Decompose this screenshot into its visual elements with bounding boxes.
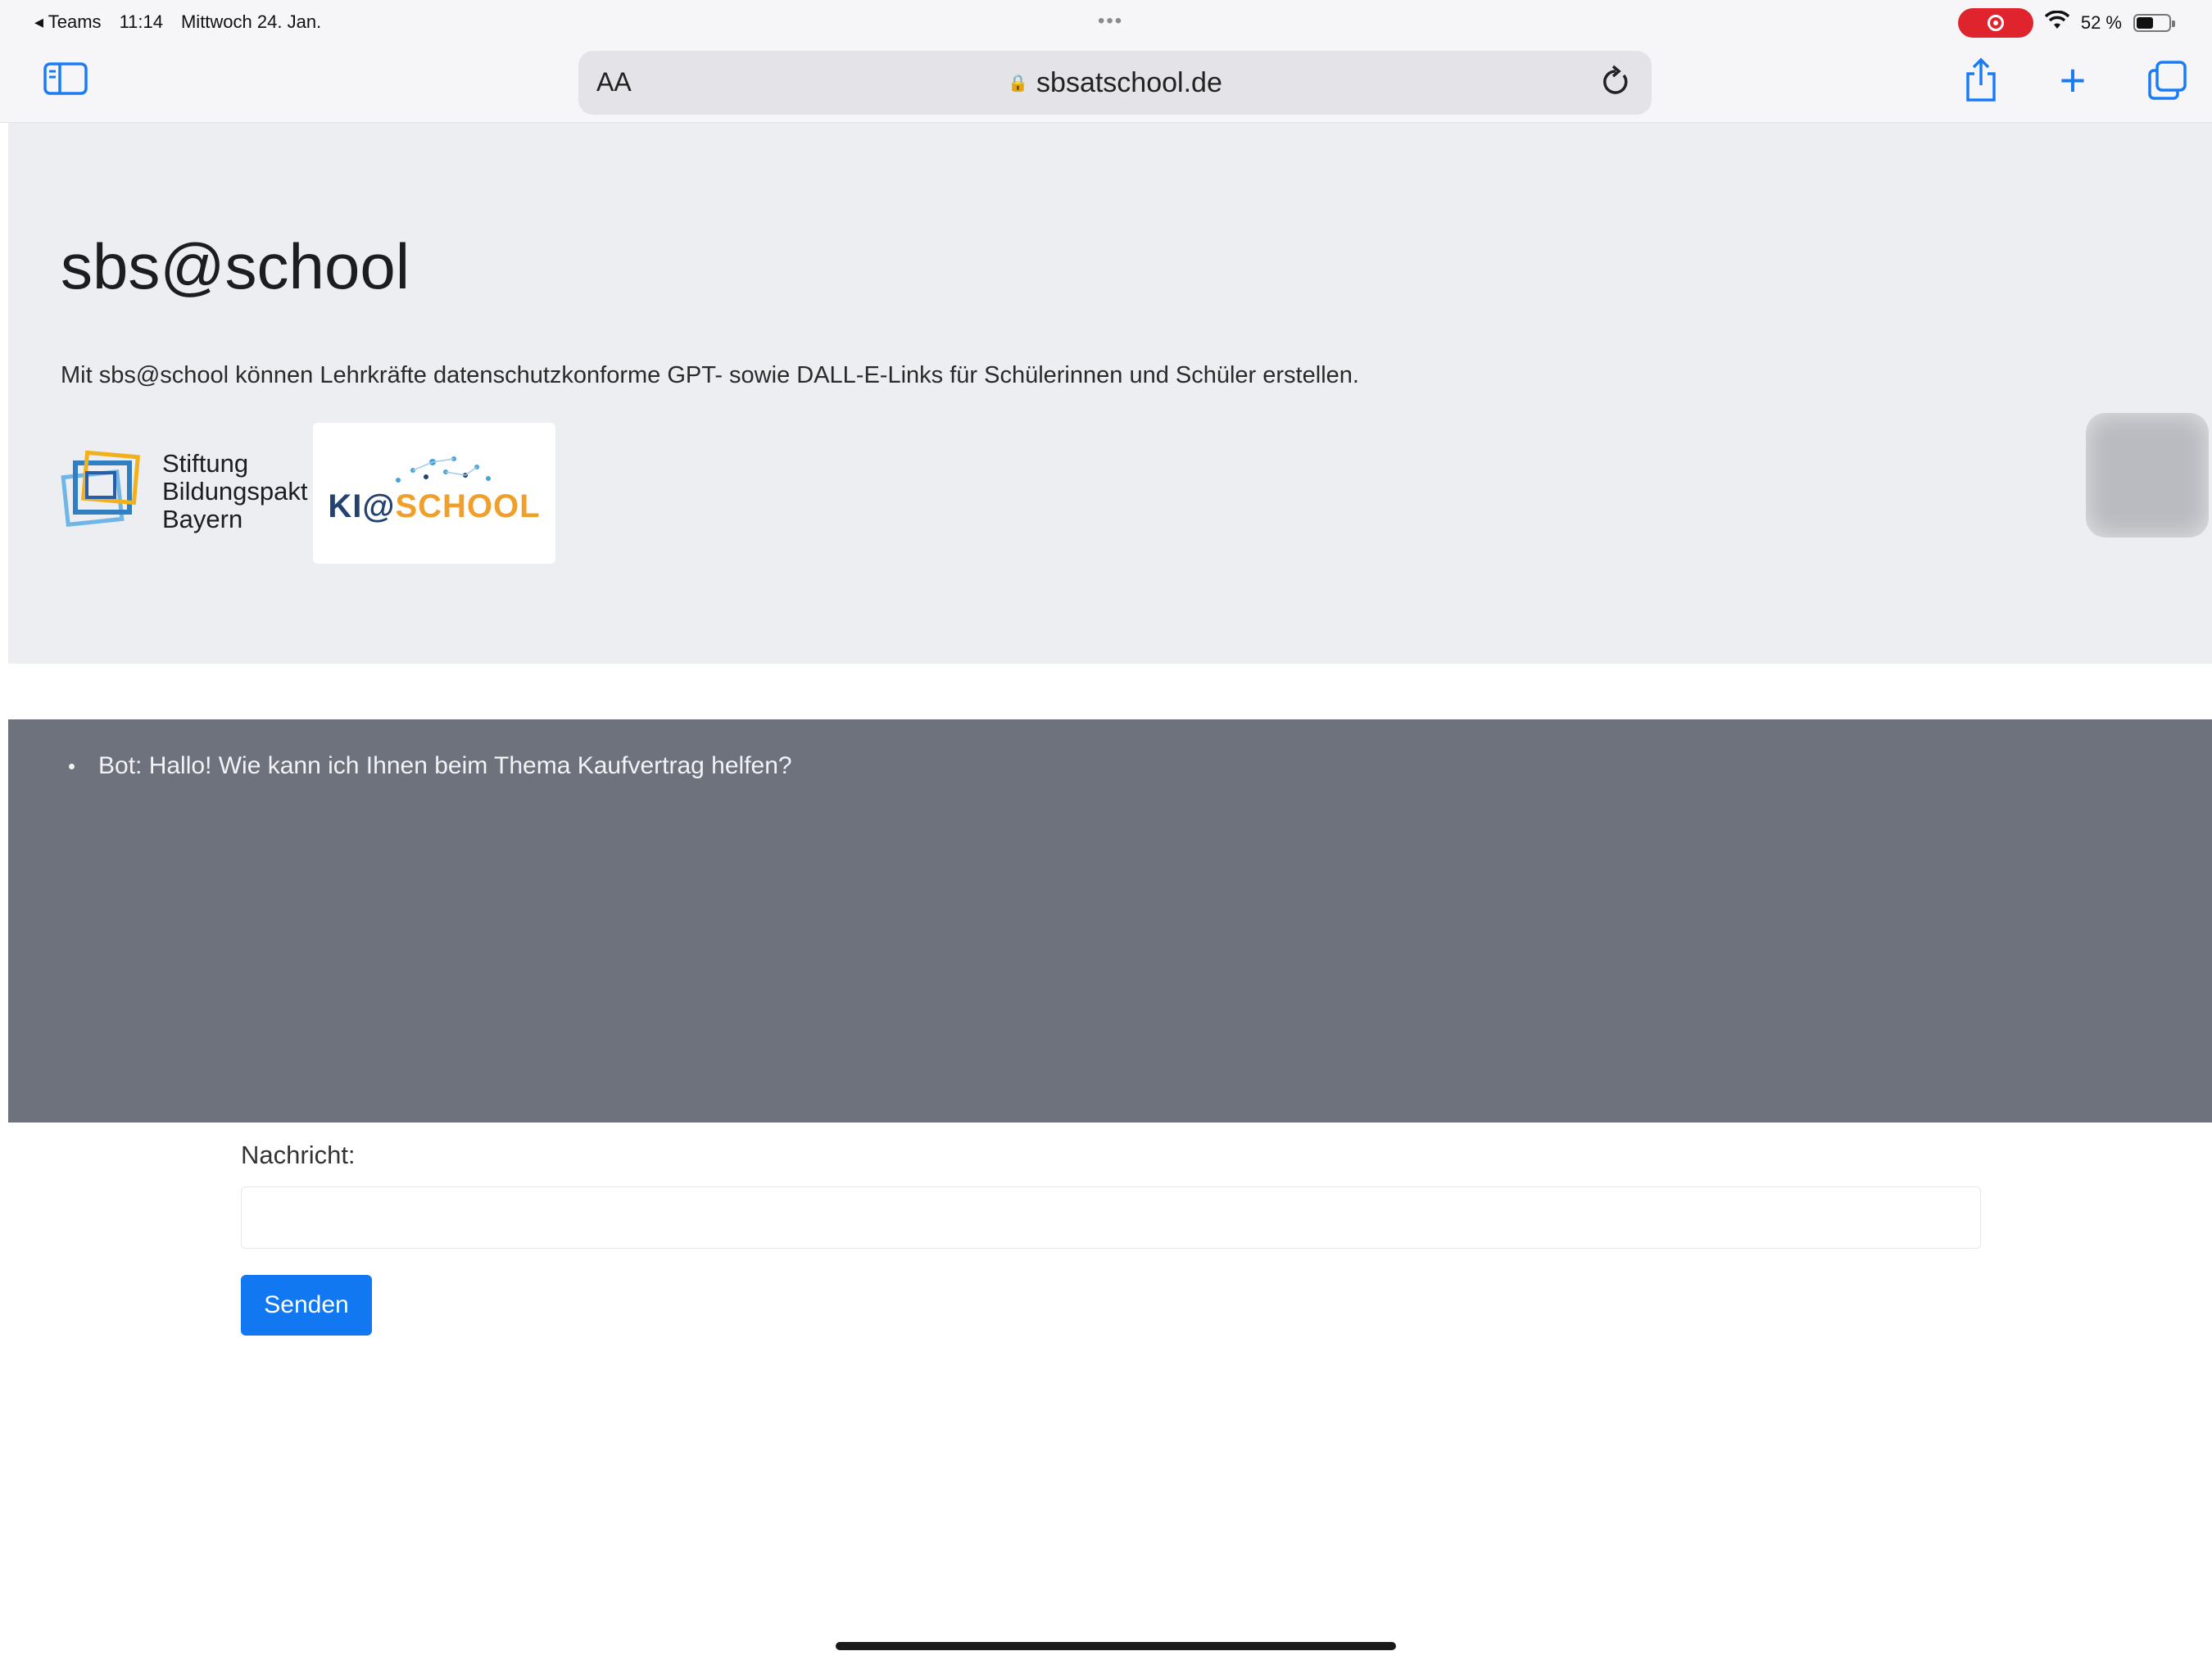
screen-recording-indicator[interactable] <box>1957 8 2033 38</box>
browser-toolbar: AA 🔒 sbsatschool.de + <box>0 46 2212 123</box>
hero-section: sbs@school Mit sbs@school können Lehrkrä… <box>8 123 2212 664</box>
chat-message: Bot: Hallo! Wie kann ich Ihnen beim Them… <box>69 752 792 780</box>
share-icon[interactable] <box>1958 56 2004 105</box>
reload-icon[interactable] <box>1598 64 1634 100</box>
message-input[interactable] <box>241 1186 1981 1249</box>
floating-side-handle[interactable] <box>2086 413 2209 537</box>
record-icon <box>1987 15 2004 31</box>
sidebar-toggle-icon[interactable] <box>43 61 88 97</box>
ki-at-school-logo: KI@SCHOOL <box>313 423 555 564</box>
wifi-icon <box>2044 10 2070 36</box>
page-description: Mit sbs@school können Lehrkräfte datensc… <box>61 362 1359 388</box>
page-title: sbs@school <box>61 230 410 302</box>
address-bar[interactable]: AA 🔒 sbsatschool.de <box>578 51 1652 115</box>
ki-logo-dots-icon <box>396 456 491 483</box>
logo-line: Bayern <box>162 505 243 533</box>
send-button[interactable]: Senden <box>241 1275 372 1336</box>
home-indicator[interactable] <box>836 1642 1396 1650</box>
tab-overview-icon[interactable] <box>2145 57 2191 103</box>
back-to-app-link[interactable]: ◂ Teams <box>34 11 102 33</box>
battery-percentage: 52 % <box>2080 12 2122 33</box>
new-tab-plus-icon[interactable]: + <box>2050 56 2096 105</box>
chat-history: Bot: Hallo! Wie kann ich Ihnen beim Them… <box>8 719 2212 1123</box>
ki-logo-text: KI@SCHOOL <box>328 488 541 524</box>
lock-icon: 🔒 <box>1008 75 1029 93</box>
status-bar-right: 52 % <box>1957 8 2175 38</box>
status-bar: ◂ Teams 11:14 Mittwoch 24. Jan. ••• 52 % <box>0 0 2212 46</box>
status-time: 11:14 <box>119 11 163 32</box>
logo-line: Bildungspakt <box>162 477 308 506</box>
url-text: sbsatschool.de <box>1036 67 1222 98</box>
message-label: Nachricht: <box>241 1141 356 1169</box>
battery-icon <box>2133 14 2175 32</box>
chat-message-list: Bot: Hallo! Wie kann ich Ihnen beim Them… <box>69 752 792 780</box>
status-date: Mittwoch 24. Jan. <box>180 11 322 32</box>
url-display[interactable]: 🔒 sbsatschool.de <box>578 67 1652 99</box>
status-bar-left: ◂ Teams 11:14 Mittwoch 24. Jan. <box>34 11 321 33</box>
stiftung-bildungspakt-logo: Stiftung Bildungspakt Bayern <box>61 442 323 541</box>
multitasking-dots-icon[interactable]: ••• <box>1098 10 1123 33</box>
bildungspakt-logo-icon <box>61 450 141 528</box>
bildungspakt-logo-text: Stiftung Bildungspakt Bayern <box>162 450 308 533</box>
logo-line: Stiftung <box>162 449 249 478</box>
battery-level <box>2137 17 2153 29</box>
